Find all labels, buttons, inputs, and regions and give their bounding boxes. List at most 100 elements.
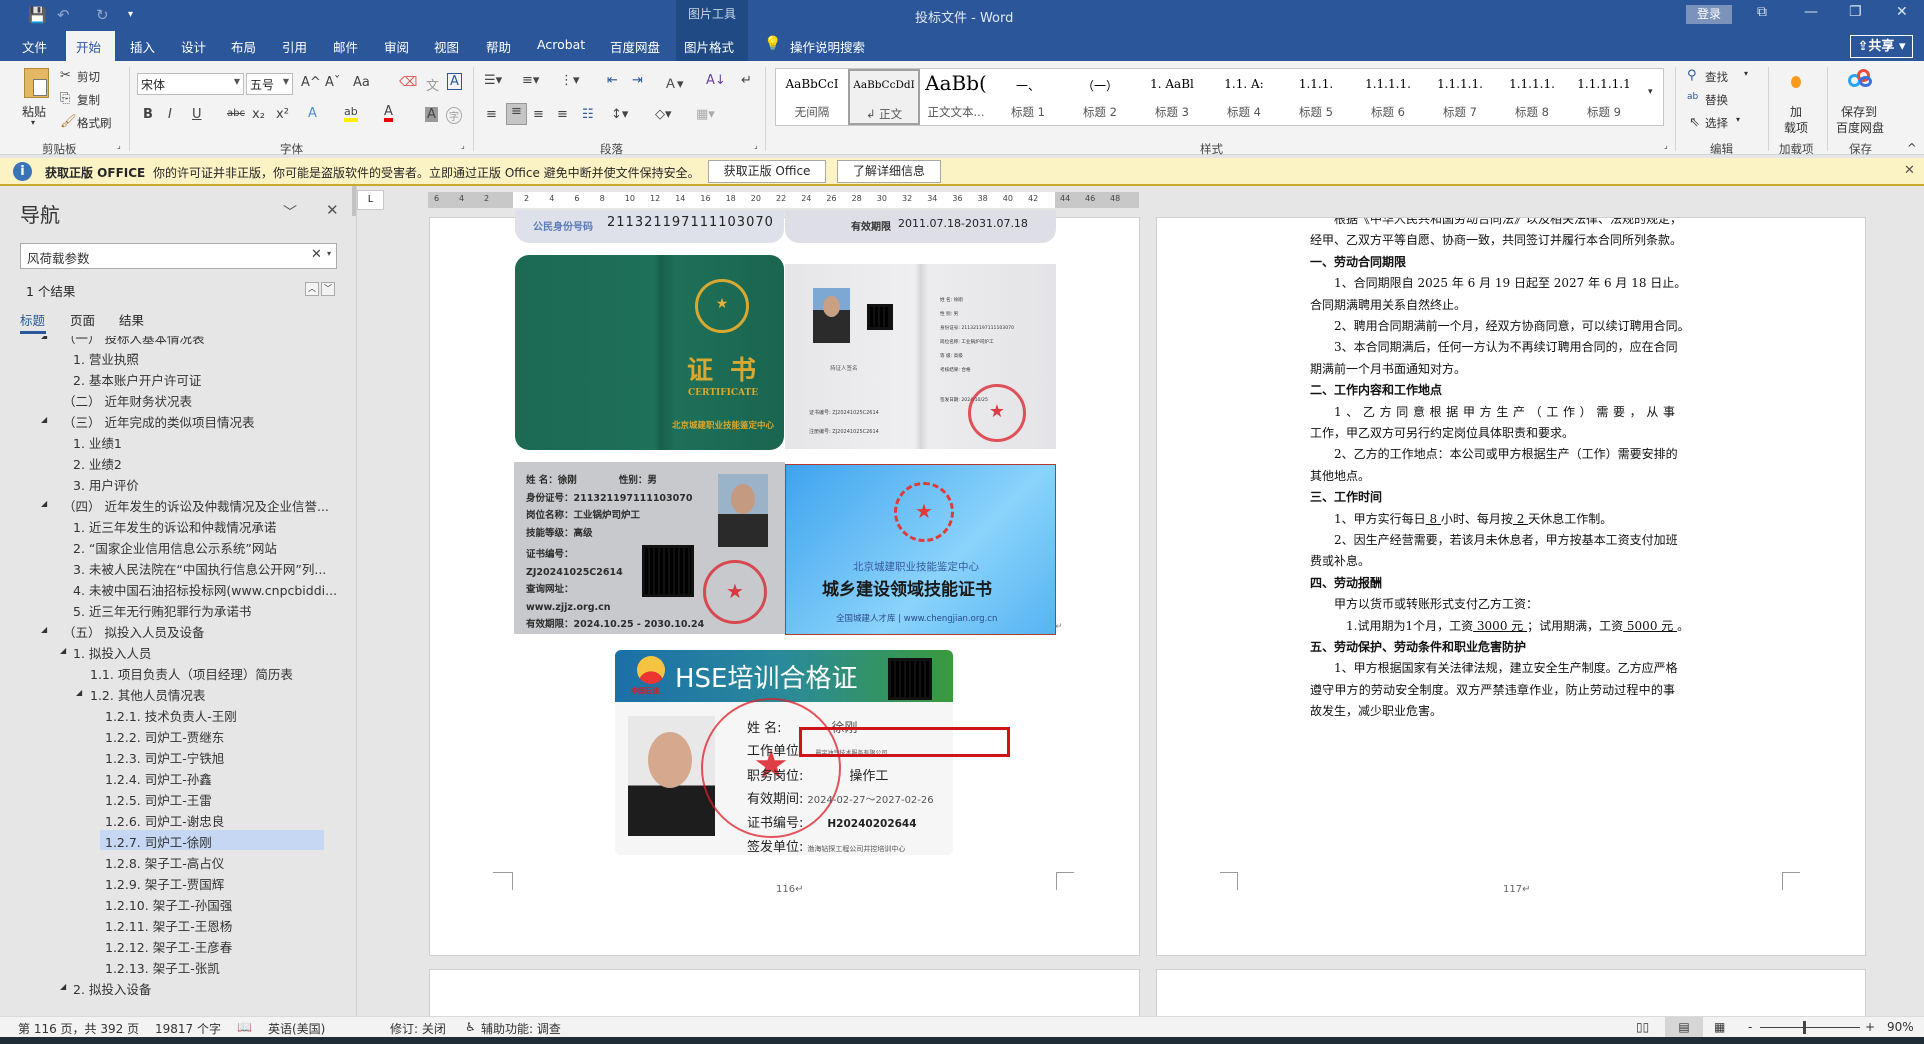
tab-selector[interactable]: L: [357, 190, 384, 210]
zoom-slider-thumb[interactable]: [1803, 1021, 1807, 1034]
tab-6[interactable]: 邮件: [333, 37, 358, 56]
line-spacing-icon[interactable]: ↕▾: [611, 107, 628, 122]
show-formatting-icon[interactable]: ↵: [741, 73, 752, 88]
align-center-icon[interactable]: ≡: [506, 103, 527, 125]
nav-heading-item[interactable]: （三） 近年完成的类似项目情况表: [63, 412, 254, 431]
nav-heading-item[interactable]: 1.2.7. 司炉工-徐刚: [105, 832, 212, 851]
nav-heading-item[interactable]: 5. 近三年无行贿犯罪行为承诺书: [73, 601, 251, 620]
proofing-icon[interactable]: 📖: [237, 1020, 252, 1034]
paste-dropdown-icon[interactable]: ▾: [31, 118, 35, 127]
tab-0[interactable]: 文件: [22, 37, 47, 56]
tell-me-search[interactable]: 操作说明搜索: [790, 37, 865, 56]
character-shading-button[interactable]: A: [425, 107, 438, 122]
style-item[interactable]: 1.1.1.1. 标题 7: [1424, 69, 1496, 125]
clear-formatting-button[interactable]: ⌫: [399, 75, 417, 90]
style-item[interactable]: AaBbCcI 无间隔: [776, 69, 848, 125]
borders-icon[interactable]: ▦▾: [696, 107, 715, 122]
chevron-down-icon[interactable]: ▾: [1744, 69, 1748, 78]
login-button[interactable]: 登录: [1686, 5, 1732, 24]
copy-button[interactable]: 复制: [77, 92, 100, 108]
save-icon[interactable]: 💾: [28, 6, 47, 24]
nav-heading-item[interactable]: 1.2.6. 司炉工-谢忠良: [105, 811, 224, 830]
close-icon[interactable]: ✕: [326, 201, 339, 219]
nav-heading-item[interactable]: 1. 营业执照: [73, 349, 139, 368]
tab-10[interactable]: Acrobat: [537, 37, 585, 52]
next-result-button[interactable]: ﹀: [321, 282, 335, 296]
skill-certificate-cover-image[interactable]: ★ 北京城建职业技能鉴定中心 城乡建设领域技能证书 全国城建人才库 | www.…: [785, 464, 1056, 635]
print-layout-icon[interactable]: ▤: [1665, 1017, 1703, 1037]
gallery-more-icon[interactable]: ▾: [1648, 87, 1653, 97]
sort-icon[interactable]: A↓: [706, 73, 726, 88]
nav-heading-item[interactable]: 3. 用户评价: [73, 475, 139, 494]
increase-indent-icon[interactable]: ⇥: [632, 73, 643, 88]
customize-qat-icon[interactable]: ▾: [128, 9, 133, 20]
id-card-back-left-image[interactable]: 公民身份号码 211321197111103070: [515, 210, 784, 243]
search-options-icon[interactable]: ▾: [327, 249, 331, 258]
collapse-arrow-icon[interactable]: ◢: [60, 982, 66, 991]
collapse-arrow-icon[interactable]: ◢: [41, 499, 47, 508]
nav-heading-item[interactable]: 1.2.2. 司炉工-贾继东: [105, 727, 224, 746]
horizontal-ruler[interactable]: 6 4 2 2 4 6 8 10 12 14 16 18 20 22 24 26 28 30 32 34 36 38 40 4…: [428, 192, 1139, 208]
style-item[interactable]: 1. AaBl 标题 3: [1136, 69, 1208, 125]
nav-heading-item[interactable]: 1.2.8. 架子工-高占仪: [105, 853, 224, 872]
nav-search-input[interactable]: 风荷载参数 ✕ ▾: [20, 243, 337, 269]
learn-more-button[interactable]: 了解详细信息: [837, 160, 941, 183]
select-button[interactable]: 选择: [1705, 115, 1728, 131]
nav-heading-item[interactable]: 1.2.1. 技术负责人-王刚: [105, 706, 237, 725]
word-count[interactable]: 19817 个字: [155, 1020, 221, 1037]
web-layout-icon[interactable]: ▦: [1714, 1020, 1725, 1034]
change-case-button[interactable]: Aa: [353, 75, 370, 90]
clear-search-icon[interactable]: ✕: [311, 247, 322, 262]
zoom-out-button[interactable]: -: [1748, 1020, 1752, 1034]
nav-heading-item[interactable]: 4. 未被中国石油招标投标网(www.cnpcbiddi...: [73, 580, 337, 599]
style-item[interactable]: 一、 标题 1: [992, 69, 1064, 125]
align-left-icon[interactable]: ≡: [486, 107, 497, 122]
tab-4[interactable]: 布局: [231, 37, 256, 56]
nav-heading-item[interactable]: 2. 拟投入设备: [73, 979, 151, 998]
nav-heading-item[interactable]: 1.2.4. 司炉工-孙鑫: [105, 769, 212, 788]
nav-heading-item[interactable]: （五） 拟投入人员及设备: [63, 622, 204, 641]
ribbon-display-options-icon[interactable]: ⧉: [1757, 4, 1767, 20]
accessibility-status[interactable]: 辅助功能: 调查: [481, 1020, 561, 1037]
italic-button[interactable]: I: [168, 107, 172, 122]
nav-heading-item[interactable]: 1. 近三年发生的诉讼和仲裁情况承诺: [73, 517, 276, 536]
nav-heading-item[interactable]: 1.2.10. 架子工-孙国强: [105, 895, 232, 914]
multilevel-list-icon[interactable]: ⋮▾: [560, 73, 580, 88]
dialog-launcher-icon[interactable]: ⌟: [1664, 141, 1668, 150]
nav-heading-item[interactable]: （四） 近年发生的诉讼及仲裁情况及企业信誉...: [63, 496, 329, 515]
style-item[interactable]: （一） 标题 2: [1064, 69, 1136, 125]
enclose-characters-button[interactable]: 字: [446, 107, 462, 124]
collapse-arrow-icon[interactable]: ◢: [60, 646, 66, 655]
bold-button[interactable]: B: [143, 107, 153, 122]
zoom-slider[interactable]: [1760, 1027, 1860, 1028]
find-button[interactable]: 查找: [1705, 69, 1728, 85]
text-effects-button[interactable]: A: [308, 106, 317, 121]
replace-button[interactable]: 替换: [1705, 92, 1728, 108]
phonetic-guide-button[interactable]: 文: [426, 75, 439, 94]
style-item[interactable]: 1.1.1.1. 标题 6: [1352, 69, 1424, 125]
style-item[interactable]: 1.1. A: 标题 4: [1208, 69, 1280, 125]
superscript-button[interactable]: x²: [276, 107, 289, 122]
zoom-in-button[interactable]: +: [1865, 1020, 1875, 1034]
cut-button[interactable]: 剪切: [77, 69, 100, 85]
nav-heading-item[interactable]: 1.2.3. 司炉工-宁铁旭: [105, 748, 224, 767]
nav-heading-item[interactable]: （一） 投标人基本情况表: [63, 336, 204, 347]
font-name-combo[interactable]: 宋体 ▼: [137, 73, 244, 95]
style-item[interactable]: AaBb(正文文本...: [920, 69, 992, 125]
shading-icon[interactable]: ◇▾: [655, 107, 672, 122]
character-border-button[interactable]: A: [447, 73, 462, 90]
nav-heading-item[interactable]: 1.1. 项目负责人（项目经理）简历表: [90, 664, 293, 683]
undo-icon[interactable]: ↶: [57, 6, 70, 24]
collapse-arrow-icon[interactable]: ◢: [41, 625, 47, 634]
tab-2[interactable]: 插入: [130, 37, 155, 56]
chevron-down-icon[interactable]: ▾: [1736, 115, 1740, 124]
id-card-back-right-image[interactable]: 有效期限 2011.07.18-2031.07.18: [785, 210, 1056, 243]
tab-9[interactable]: 帮助: [486, 37, 511, 56]
style-item[interactable]: 1.1.1.1.1 标题 9: [1568, 69, 1640, 125]
nav-heading-item[interactable]: 2. “国家企业信用信息公示系统”网站: [73, 538, 277, 557]
read-mode-icon[interactable]: ▯▯: [1636, 1020, 1649, 1034]
redo-icon[interactable]: ↻: [96, 6, 109, 24]
collapse-arrow-icon[interactable]: ◢: [76, 688, 82, 697]
language[interactable]: 英语(美国): [268, 1020, 325, 1037]
distributed-icon[interactable]: ☷: [582, 107, 594, 122]
